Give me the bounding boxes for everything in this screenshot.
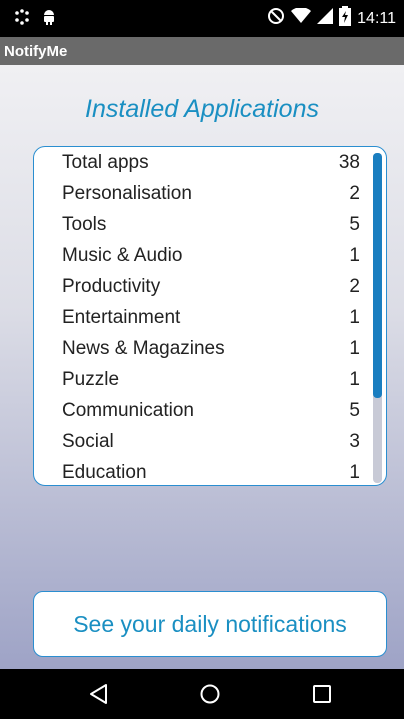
- scrollbar[interactable]: [373, 153, 382, 483]
- category-label: Total apps: [62, 151, 149, 173]
- list-item: Personalisation 2: [62, 178, 360, 209]
- category-label: Music & Audio: [62, 244, 183, 266]
- list-item: Education 1: [62, 457, 360, 485]
- list-item: Productivity 2: [62, 271, 360, 302]
- list-item: Tools 5: [62, 209, 360, 240]
- category-count: 5: [349, 213, 360, 235]
- recents-icon[interactable]: [305, 679, 339, 709]
- status-bar: 14:11: [0, 0, 404, 37]
- home-icon[interactable]: [193, 679, 227, 709]
- category-label: Entertainment: [62, 306, 181, 328]
- list-item: News & Magazines 1: [62, 333, 360, 364]
- list-item: Communication 5: [62, 395, 360, 426]
- scrollbar-thumb[interactable]: [373, 153, 382, 398]
- category-label: Communication: [62, 399, 194, 421]
- wifi-icon: [291, 7, 312, 29]
- category-label: Productivity: [62, 275, 161, 297]
- battery-charging-icon: [339, 6, 352, 31]
- category-label: Personalisation: [62, 182, 192, 204]
- category-label: News & Magazines: [62, 337, 225, 359]
- android-icon: [42, 9, 56, 30]
- app-bar: NotifyMe: [0, 37, 404, 65]
- signal-icon: [317, 8, 334, 29]
- category-label: Social: [62, 430, 114, 452]
- nav-bar: [0, 669, 404, 719]
- page-title: Installed Applications: [85, 95, 319, 123]
- category-count: 1: [349, 368, 360, 390]
- list-item: Puzzle 1: [62, 364, 360, 395]
- category-count: 1: [349, 461, 360, 483]
- category-count: 1: [349, 306, 360, 328]
- app-title: NotifyMe: [4, 42, 68, 60]
- do-not-disturb-icon: [267, 7, 285, 30]
- list-item: Music & Audio 1: [62, 240, 360, 271]
- category-count: 3: [349, 430, 360, 452]
- daily-notifications-button[interactable]: See your daily notifications: [33, 591, 387, 657]
- category-label: Puzzle: [62, 368, 120, 390]
- notification-dots-icon: [14, 9, 30, 30]
- category-count: 38: [338, 151, 360, 173]
- category-list[interactable]: Total apps 38 Personalisation 2 Tools 5 Music …: [33, 146, 387, 486]
- category-count: 2: [349, 182, 360, 204]
- list-item: Total apps 38: [62, 147, 360, 178]
- category-count: 1: [349, 244, 360, 266]
- category-label: Tools: [62, 213, 107, 235]
- category-count: 5: [349, 399, 360, 421]
- list-item: Entertainment 1: [62, 302, 360, 333]
- category-label: Education: [62, 461, 147, 483]
- category-count: 1: [349, 337, 360, 359]
- clock: 14:11: [357, 9, 396, 27]
- back-icon[interactable]: [82, 679, 116, 709]
- list-item: Social 3: [62, 426, 360, 457]
- main-content: Installed Applications Total apps 38 Perso…: [0, 65, 404, 669]
- category-count: 2: [349, 275, 360, 297]
